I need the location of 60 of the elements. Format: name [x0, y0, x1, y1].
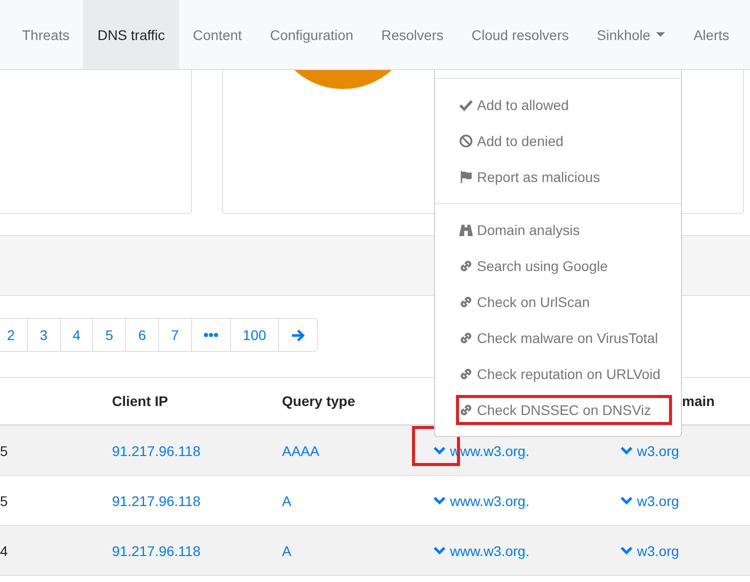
menu-item[interactable]: Check DNSSEC on DNSViz [453, 392, 675, 428]
menu-item[interactable]: Domain analysis [435, 212, 681, 248]
link-icon [459, 295, 473, 309]
page-link[interactable]: 4 [60, 318, 94, 352]
chevron-down-icon[interactable] [433, 496, 446, 505]
page-link[interactable]: 7 [158, 318, 192, 352]
page-link[interactable]: 100 [230, 318, 280, 352]
column-header: Query type [282, 393, 356, 409]
menu-item[interactable]: Report as malicious [435, 159, 681, 195]
menu-item[interactable]: Add to denied [435, 123, 681, 159]
query-type-link[interactable]: A [282, 492, 433, 508]
menu-item[interactable]: Check reputation on URLVoid [435, 356, 681, 392]
query-type-link[interactable]: AAAA [282, 442, 433, 458]
domain-link[interactable]: w3.org [637, 442, 680, 458]
nav-tab[interactable]: Sinkhole [582, 0, 680, 69]
domain-link[interactable]: www.w3.org. [450, 542, 530, 558]
chevron-down-icon[interactable] [620, 496, 633, 505]
client-ip-link[interactable]: 91.217.96.118 [112, 492, 282, 508]
column-header: main [682, 393, 715, 409]
domain-link[interactable]: w3.org [637, 542, 680, 558]
menu-item[interactable]: Search using Google [435, 248, 681, 284]
menu-item[interactable]: Add to allowed [435, 87, 681, 123]
link-icon [459, 403, 473, 417]
chevron-down-icon[interactable] [433, 446, 446, 455]
menu-item[interactable]: Check malware on VirusTotal [435, 320, 681, 356]
link-icon [459, 367, 473, 381]
table-cell-text: 5 [0, 442, 9, 458]
ellipsis-icon [204, 333, 218, 337]
more-pages-button[interactable] [190, 318, 231, 352]
binoculars-icon [459, 223, 473, 237]
page-link[interactable]: 6 [125, 318, 159, 352]
nav-tab[interactable]: Cloud resolvers [457, 0, 583, 69]
menu-item[interactable]: Check on UrlScan [435, 284, 681, 320]
chevron-down-icon[interactable] [620, 546, 633, 555]
page-link[interactable]: 2 [0, 318, 28, 352]
link-icon [459, 259, 473, 273]
client-ip-link[interactable]: 91.217.96.118 [112, 442, 282, 458]
client-ip-link[interactable]: 91.217.96.118 [112, 542, 282, 558]
chevron-down-icon[interactable] [433, 546, 446, 555]
nav-tab[interactable]: Threats [8, 0, 84, 69]
check-icon [459, 98, 473, 112]
page-link[interactable]: 3 [26, 318, 61, 352]
page-link[interactable]: 5 [92, 318, 126, 352]
nav-tab[interactable]: DNS traffic [83, 0, 179, 69]
query-type-link[interactable]: A [282, 542, 433, 558]
nav-tab[interactable]: Alerts [679, 0, 744, 69]
domain-link[interactable]: w3.org [637, 492, 680, 508]
table-cell-text: 4 [0, 542, 9, 558]
domain-link[interactable]: www.w3.org. [450, 492, 530, 508]
flag-icon [459, 170, 473, 184]
column-header: Client IP [112, 393, 170, 409]
ban-icon [459, 134, 473, 148]
chevron-down-icon[interactable] [620, 446, 633, 455]
next-page-button[interactable] [278, 318, 318, 352]
nav-tab[interactable]: Configuration [256, 0, 368, 69]
nav-tab[interactable]: Content [178, 0, 256, 69]
link-icon [459, 331, 473, 345]
nav-tab[interactable]: Resolvers [367, 0, 458, 69]
arrow-right-icon [291, 328, 306, 342]
table-cell-text: 5 [0, 492, 9, 508]
